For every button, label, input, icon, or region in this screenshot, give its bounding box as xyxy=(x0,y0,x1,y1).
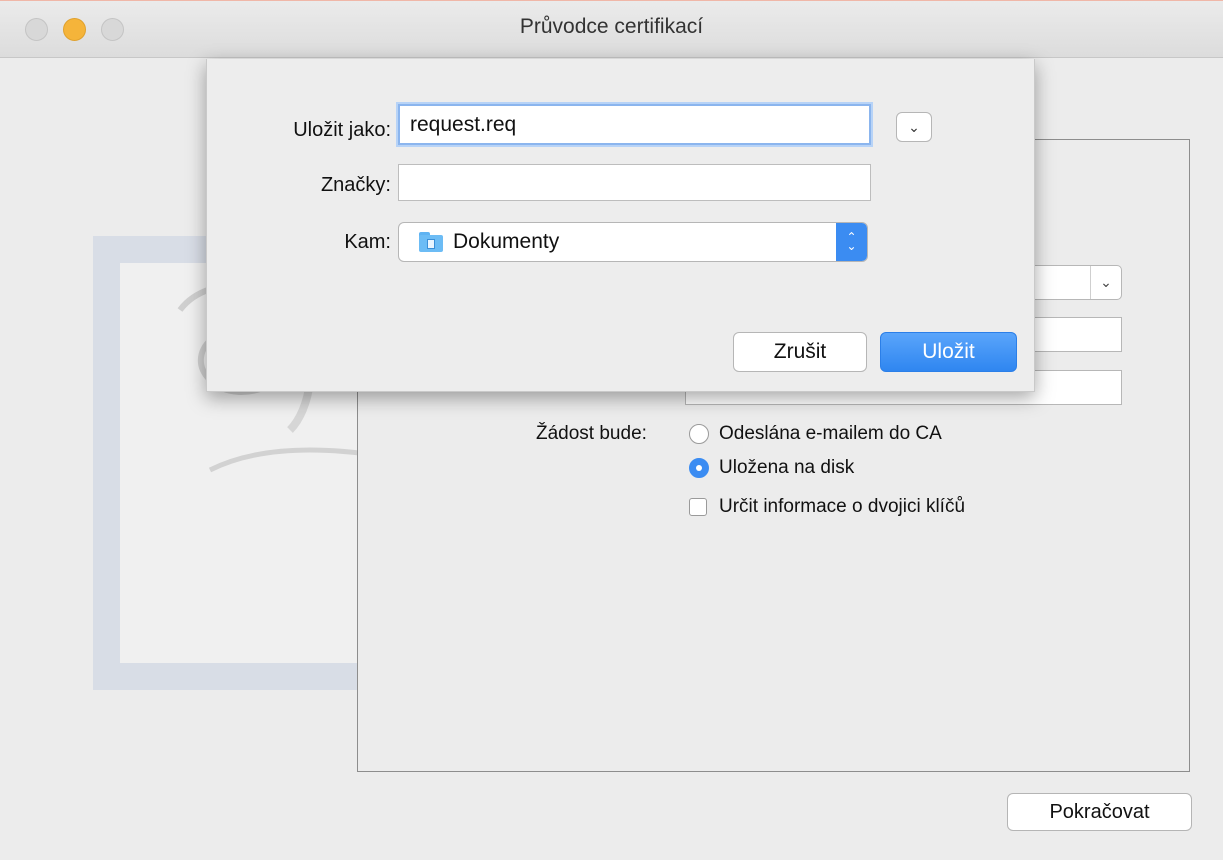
folder-icon xyxy=(419,232,443,252)
option-send-email[interactable]: Odeslána e-mailem do CA xyxy=(689,423,942,445)
window-title: Průvodce certifikací xyxy=(519,15,704,38)
save-as-label: Uložit jako: xyxy=(293,119,391,141)
certificate-assistant-window: Průvodce certifikací ⌄ Žádost bude: Odes… xyxy=(0,0,1223,860)
where-value: Dokumenty xyxy=(453,230,560,253)
key-pair-checkbox[interactable] xyxy=(689,498,707,516)
option-save-disk[interactable]: Uložena na disk xyxy=(689,457,854,479)
save-button[interactable]: Uložit xyxy=(880,332,1017,372)
option-label: Uložena na disk xyxy=(719,457,855,478)
expand-sheet-button[interactable]: ⌄ xyxy=(896,112,932,142)
tags-label: Značky: xyxy=(320,174,391,196)
updown-chevron-icon: ⌃ ⌄ xyxy=(836,223,867,261)
radio-send-email[interactable] xyxy=(689,424,709,444)
key-pair-option[interactable]: Určit informace o dvojici klíčů xyxy=(689,496,965,518)
save-as-input[interactable] xyxy=(398,104,871,145)
checkbox-label: Určit informace o dvojici klíčů xyxy=(719,496,966,517)
save-sheet: Uložit jako: ⌄ Značky: Kam: Dokumenty ⌃⌄… xyxy=(206,59,1035,392)
where-popup-button[interactable]: Dokumenty ⌃ ⌄ xyxy=(398,222,868,262)
where-label: Kam: xyxy=(344,231,391,253)
title-bar: Průvodce certifikací xyxy=(0,0,1223,58)
chevron-down-icon: ⌄ xyxy=(1090,266,1121,299)
option-label: Odeslána e-mailem do CA xyxy=(719,423,942,444)
chevron-down-icon: ⌄ xyxy=(908,118,920,135)
tags-input[interactable] xyxy=(398,164,871,201)
cancel-button[interactable]: Zrušit xyxy=(733,332,867,372)
radio-save-disk[interactable] xyxy=(689,458,709,478)
request-label: Žádost bude: xyxy=(536,423,647,444)
continue-button[interactable]: Pokračovat xyxy=(1007,793,1192,831)
